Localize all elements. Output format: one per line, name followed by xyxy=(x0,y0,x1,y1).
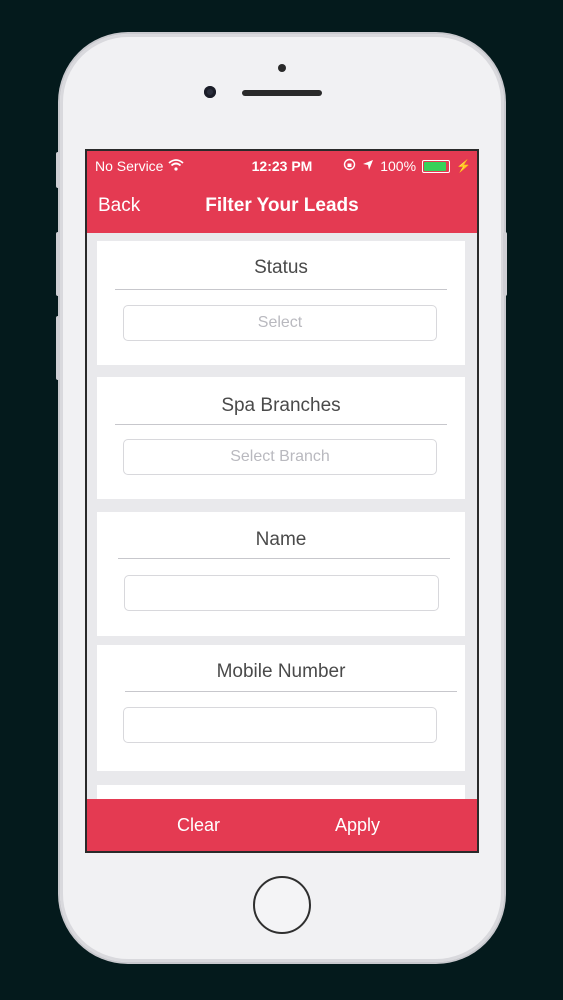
name-input[interactable] xyxy=(124,575,439,611)
name-filter-card: Name xyxy=(97,512,465,636)
location-icon xyxy=(362,158,374,174)
orientation-lock-icon xyxy=(343,158,356,174)
status-select[interactable]: Select xyxy=(123,305,437,341)
proximity-sensor xyxy=(278,64,286,72)
divider xyxy=(118,558,450,559)
apply-button[interactable]: Apply xyxy=(335,815,380,836)
status-bar: No Service 12:23 PM 100% ⚡ xyxy=(87,158,477,176)
volume-down-button xyxy=(56,316,60,380)
divider xyxy=(115,289,447,290)
divider xyxy=(125,691,457,692)
nav-bar: Back Filter Your Leads xyxy=(87,189,477,225)
home-button[interactable] xyxy=(253,876,311,934)
mute-switch xyxy=(56,152,60,188)
charging-icon: ⚡ xyxy=(456,159,471,173)
front-camera xyxy=(204,86,216,98)
clear-button[interactable]: Clear xyxy=(177,815,220,836)
power-button xyxy=(503,232,507,296)
mobile-filter-card: Mobile Number xyxy=(97,645,465,771)
branch-filter-card: Spa Branches Select Branch xyxy=(97,377,465,499)
mobile-label: Mobile Number xyxy=(216,661,346,682)
action-bar: Clear Apply xyxy=(87,799,477,851)
divider xyxy=(115,424,447,425)
branch-label: Spa Branches xyxy=(221,395,341,416)
branch-select[interactable]: Select Branch xyxy=(123,439,437,475)
status-filter-card: Status Select xyxy=(97,241,465,365)
app-screen: No Service 12:23 PM 100% ⚡ Back Filter Y… xyxy=(87,151,477,851)
page-title: Filter Your Leads xyxy=(205,195,359,216)
earpiece-speaker xyxy=(242,90,322,96)
status-label: Status xyxy=(254,257,308,278)
header: No Service 12:23 PM 100% ⚡ Back Filter Y… xyxy=(87,151,477,233)
battery-percent: 100% xyxy=(380,158,417,174)
volume-up-button xyxy=(56,232,60,296)
battery-icon xyxy=(422,159,451,173)
name-label: Name xyxy=(255,529,307,550)
mobile-input[interactable] xyxy=(123,707,437,743)
